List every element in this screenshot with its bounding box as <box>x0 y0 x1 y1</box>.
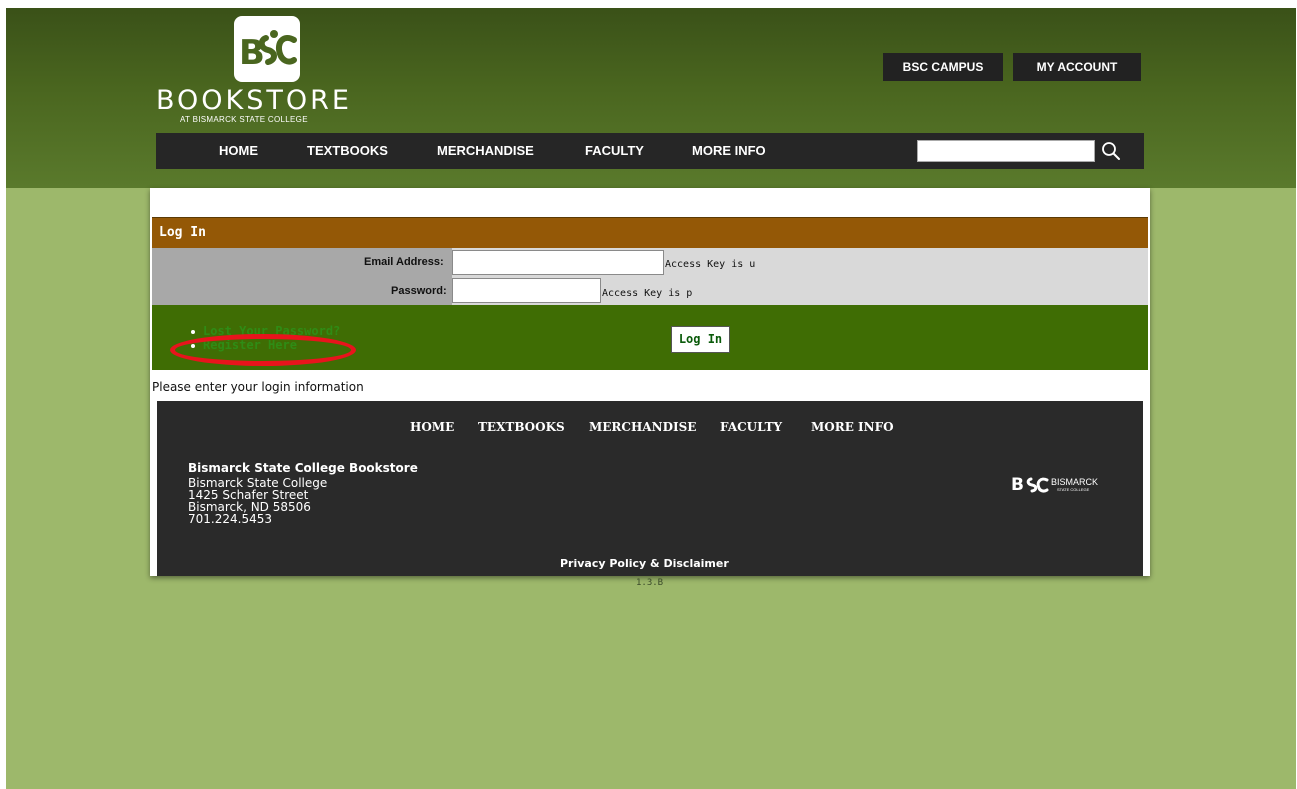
bullet <box>191 330 195 334</box>
footer-nav-home[interactable]: HOME <box>410 420 454 434</box>
bismarck-state-logo[interactable]: B BISMARCK STATE COLLEGE <box>1011 473 1111 499</box>
privacy-policy-link[interactable]: Privacy Policy & Disclaimer <box>560 557 729 570</box>
nav-home[interactable]: HOME <box>219 133 258 169</box>
nav-more-info[interactable]: MORE INFO <box>692 133 766 169</box>
logo-mark-icon: B <box>239 30 297 73</box>
login-message: Please enter your login information <box>152 380 364 394</box>
brand-name: BOOKSTORE <box>156 85 352 116</box>
footer-phone: 701.224.5453 <box>188 512 272 526</box>
footer-nav-faculty[interactable]: FACULTY <box>720 420 782 434</box>
footer-address-line: 1425 Schafer Street <box>188 488 309 502</box>
email-field[interactable] <box>452 250 664 275</box>
my-account-button[interactable]: MY ACCOUNT <box>1013 53 1141 81</box>
footer-nav-textbooks[interactable]: TEXTBOOKS <box>478 420 565 434</box>
nav-textbooks[interactable]: TEXTBOOKS <box>307 133 388 169</box>
email-access-key-hint: Access Key is u <box>665 259 756 270</box>
bsc-footer-logo-icon: B BISMARCK STATE COLLEGE <box>1011 475 1098 495</box>
version-label: 1.3.B <box>636 578 664 588</box>
footer-logo-subtext: STATE COLLEGE <box>1057 487 1090 492</box>
email-label: Email Address: <box>364 256 444 268</box>
bsc-campus-button[interactable]: BSC CAMPUS <box>883 53 1003 81</box>
nav-merchandise[interactable]: MERCHANDISE <box>437 133 534 169</box>
brand-tagline: AT BISMARCK STATE COLLEGE <box>180 115 308 124</box>
bsc-logo[interactable]: B <box>234 16 300 82</box>
footer-address-line: Bismarck State College <box>188 476 328 490</box>
login-button[interactable]: Log In <box>671 326 730 353</box>
footer-address-line: Bismarck, ND 58506 <box>188 500 311 514</box>
footer-nav-merchandise[interactable]: MERCHANDISE <box>589 420 696 434</box>
password-label: Password: <box>391 285 447 297</box>
search-input[interactable] <box>917 140 1095 162</box>
annotation-ellipse <box>170 334 356 366</box>
login-header: Log In <box>152 217 1148 248</box>
password-field[interactable] <box>452 278 601 303</box>
search-icon[interactable] <box>1101 141 1121 161</box>
footer-logo-text: BISMARCK <box>1051 477 1098 487</box>
svg-text:B: B <box>1011 475 1024 495</box>
password-access-key-hint: Access Key is p <box>602 288 693 299</box>
footer-nav-more-info[interactable]: MORE INFO <box>811 420 894 434</box>
login-title: Log In <box>159 225 206 240</box>
nav-faculty[interactable]: FACULTY <box>585 133 644 169</box>
footer-org-name: Bismarck State College Bookstore <box>188 461 418 475</box>
